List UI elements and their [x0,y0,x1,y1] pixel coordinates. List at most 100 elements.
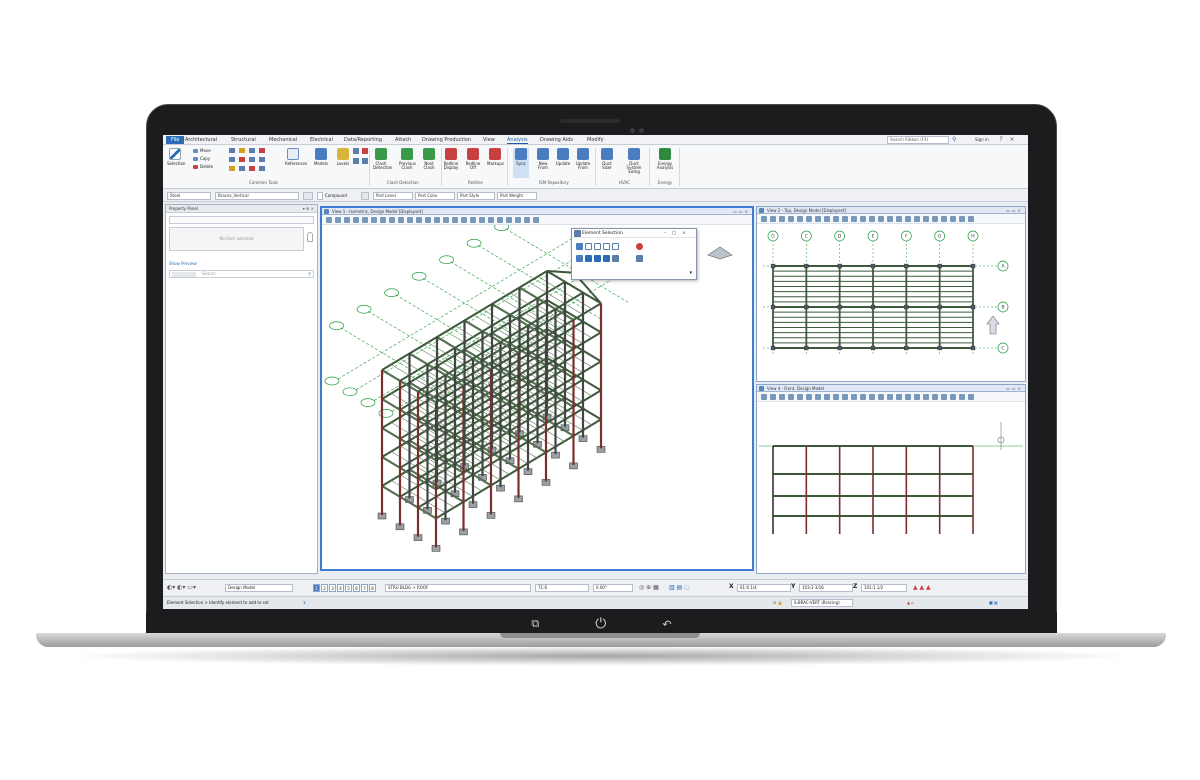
view-tool-icon[interactable] [878,394,884,400]
part-style-dropdown[interactable]: Part Style [457,192,495,200]
view-tool-icon[interactable] [533,217,539,223]
tab-file[interactable]: File [166,136,185,144]
add-mode-icon[interactable] [585,255,592,262]
view-tool-icon[interactable] [398,217,404,223]
view-tool-icon[interactable] [524,217,530,223]
level-dropdown[interactable]: STRU BLDG > ROOF [385,584,531,592]
view-tool-icon[interactable] [497,217,503,223]
duct-system-sizing-button[interactable]: Duct System Sizing [623,148,645,174]
shape-select-icon[interactable] [594,243,601,250]
window-close-icon[interactable]: × [1008,136,1016,144]
ribbon-search-input[interactable]: Search Ribbon (F4) [887,136,949,144]
select-all-icon[interactable] [636,255,643,262]
search-icon[interactable]: ⚲ [952,136,960,144]
view-tool-icon[interactable] [371,217,377,223]
fence-select-icon[interactable] [612,243,619,250]
markups-button[interactable]: Markups [487,148,504,166]
model-dropdown[interactable]: Design Model [225,584,293,592]
tab-drawing-production[interactable]: Drawing Production [422,136,471,144]
help-icon[interactable]: ? [997,136,1005,144]
view-tool-icon[interactable] [806,394,812,400]
view-tool-icon[interactable] [788,394,794,400]
view-tool-icon[interactable] [380,217,386,223]
view-tool-icon[interactable] [896,394,902,400]
tab-mechanical[interactable]: Mechanical [269,136,297,144]
tab-analysis[interactable]: Analysis [507,136,528,144]
view-tool-icon[interactable] [416,217,422,223]
show-preview-link[interactable]: Show Preview [169,261,314,266]
top-plan-canvas[interactable]: G C D E F G HABC [757,224,1025,381]
tab-structural[interactable]: Structural [231,136,256,144]
view-tool-icon[interactable] [488,217,494,223]
view-tool-icon[interactable] [932,216,938,222]
view-tool-icon[interactable] [959,394,965,400]
compound-checkbox[interactable] [317,192,323,200]
new-mode-icon[interactable] [576,255,583,262]
view-tool-icon[interactable] [968,216,974,222]
view-tool-icon[interactable] [770,216,776,222]
property-search-input[interactable]: Search ⚲ [169,270,314,278]
individual-select-icon[interactable] [576,243,583,250]
tab-electrical[interactable]: Electrical [310,136,333,144]
view-4-front[interactable]: View 4 - Front, Design Model ▭▭× [756,384,1026,574]
panel-controls[interactable]: ▾ ⊞ × [303,205,314,213]
notification-icons[interactable]: ▲ ⌂ [907,599,914,607]
nav-back-icon[interactable]: ◐▾ ◐▾ ▭▾ [167,584,196,592]
view-button-3[interactable]: 3 [329,584,336,592]
view-tool-icon[interactable] [335,217,341,223]
view-tool-icon[interactable] [860,216,866,222]
view-tool-icon[interactable] [887,216,893,222]
view-tool-icon[interactable] [353,217,359,223]
view-tool-icon[interactable] [941,216,947,222]
view-window-controls[interactable]: ▭▭× [1006,207,1023,213]
view-tool-icon[interactable] [896,216,902,222]
view-tool-icon[interactable] [932,394,938,400]
view-tool-icon[interactable] [923,216,929,222]
view-tool-icon[interactable] [842,216,848,222]
view-tool-icon[interactable] [389,217,395,223]
view-tool-icon[interactable] [887,394,893,400]
view-window-controls[interactable]: ▭▭× [733,208,750,214]
view-tool-icon[interactable] [407,217,413,223]
next-clash-button[interactable]: Next Clash [421,148,437,170]
lightbulb-icon[interactable] [307,232,313,242]
scale-field[interactable]: 71:6 [535,584,589,592]
view-tool-icon[interactable] [860,394,866,400]
levels-button[interactable]: Levels [335,148,351,166]
property-filter-row[interactable] [169,216,314,224]
line-select-icon[interactable] [603,243,610,250]
view-window-controls[interactable]: ▭▭× [1006,385,1023,391]
view-tool-icon[interactable] [815,394,821,400]
task-view-icon[interactable]: ⧉ [531,617,539,631]
view-tool-icon[interactable] [815,216,821,222]
expand-dialog-icon[interactable]: ▾ [689,270,692,276]
view-tool-icon[interactable] [779,216,785,222]
view-button-7[interactable]: 7 [361,584,368,592]
view-tool-icon[interactable] [905,394,911,400]
view-tool-icon[interactable] [806,216,812,222]
view-tool-icon[interactable] [326,217,332,223]
fill-icons[interactable]: ■ ▦ [989,599,998,607]
view-tool-icon[interactable] [470,217,476,223]
delete-button[interactable]: Delete [193,164,213,169]
previous-clash-button[interactable]: Previous Clash [399,148,416,170]
view-tool-icon[interactable] [362,217,368,223]
view-tool-icon[interactable] [914,394,920,400]
view-1-toolbar[interactable] [322,215,752,225]
selection-button[interactable]: Selection [167,148,185,166]
tab-attach[interactable]: Attach [395,136,411,144]
view-tool-icon[interactable] [434,217,440,223]
view-tool-icon[interactable] [833,394,839,400]
view-tool-icon[interactable] [452,217,458,223]
element-dropdown[interactable]: Braces_Vertical [215,192,299,200]
clear-selection-icon[interactable] [636,243,643,250]
subtract-mode-icon[interactable] [594,255,601,262]
view-tool-icon[interactable] [878,216,884,222]
view-button-5[interactable]: 5 [345,584,352,592]
x-coordinate-field[interactable]: 61:6 1/4 [737,584,791,592]
copy-button[interactable]: Copy [193,156,210,161]
tab-modify[interactable]: Modify [587,136,604,144]
view-tool-icon[interactable] [950,216,956,222]
view-tool-icon[interactable] [443,217,449,223]
view-tool-icon[interactable] [344,217,350,223]
